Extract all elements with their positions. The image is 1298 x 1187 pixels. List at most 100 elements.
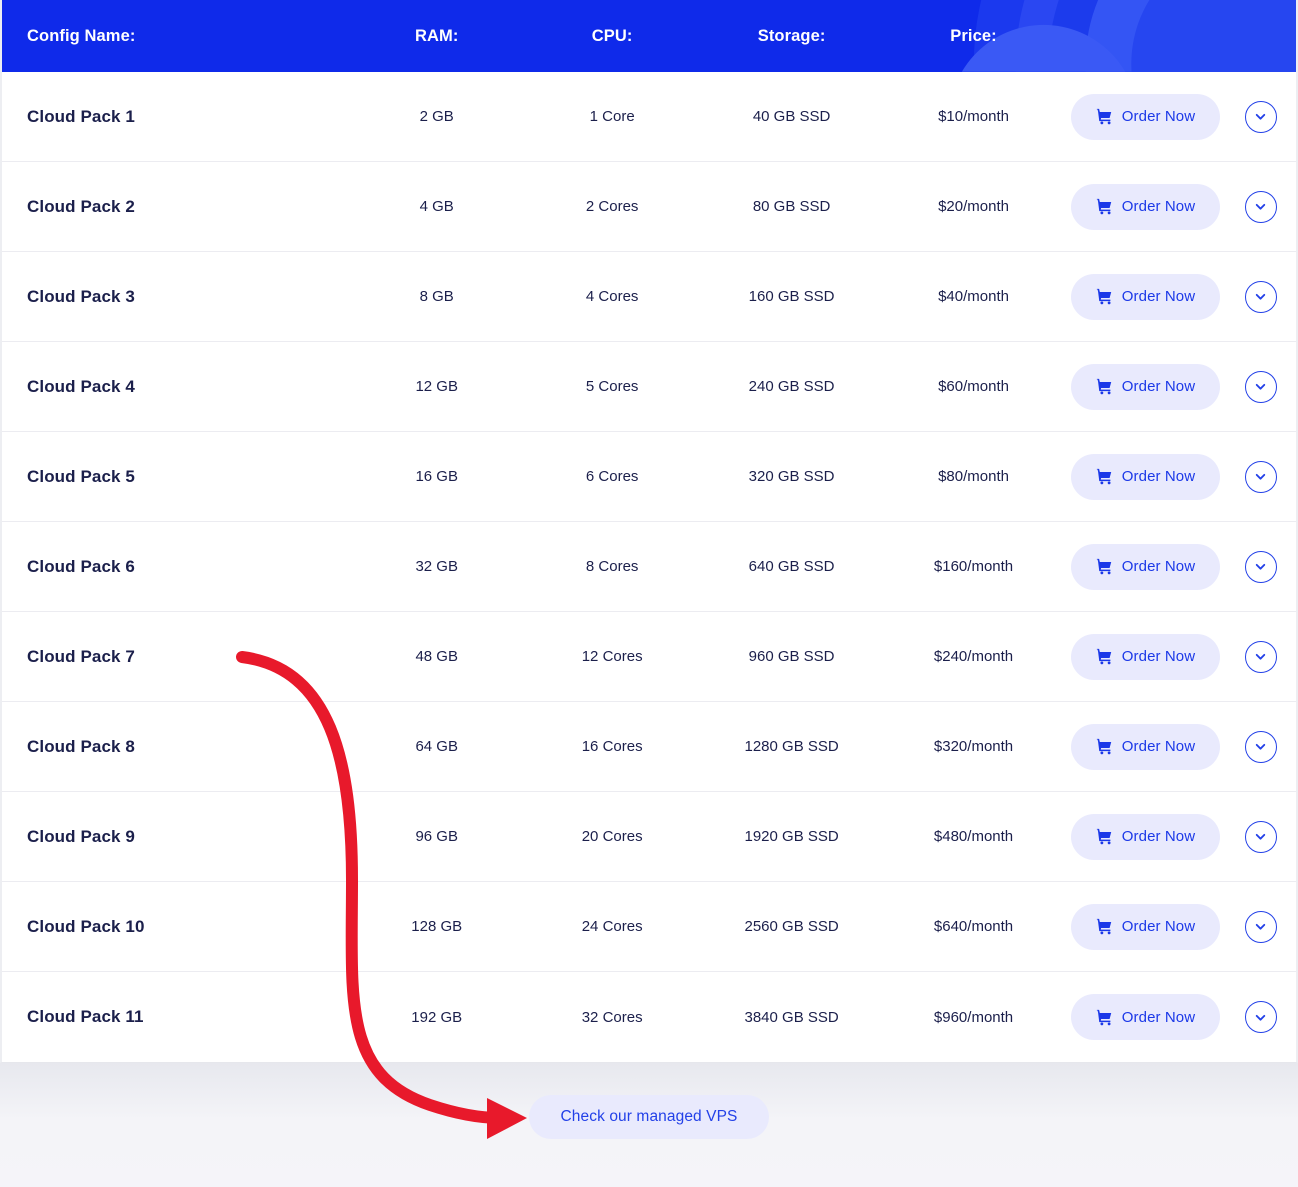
shopping-cart-icon (1096, 378, 1111, 395)
cell-price: $240/month (933, 648, 1014, 665)
cell-order: Order Now (1066, 183, 1226, 230)
cell-ram: 96 GB (415, 828, 458, 845)
cell-expand (1225, 460, 1296, 493)
cell-cpu: 1 Core (589, 108, 635, 125)
shopping-cart-icon (1096, 918, 1111, 935)
shopping-cart-icon (1096, 738, 1111, 755)
order-now-label: Order Now (1121, 828, 1196, 845)
table-row: Cloud Pack 7 48 GB 12 Cores 960 GB SSD $240/… (2, 612, 1296, 702)
shopping-cart-icon (1096, 108, 1111, 125)
cell-order: Order Now (1066, 633, 1226, 680)
order-now-button[interactable]: Order Now (1070, 723, 1220, 770)
cell-price: $640/month (933, 918, 1014, 935)
cell-storage: 80 GB SSD (752, 198, 831, 215)
order-now-button[interactable]: Order Now (1070, 543, 1220, 590)
column-header-ram: RAM: (414, 26, 459, 45)
expand-row-button[interactable] (1244, 100, 1277, 133)
order-now-label: Order Now (1121, 108, 1196, 125)
cell-storage: 160 GB SSD (748, 288, 835, 305)
cell-storage: 40 GB SSD (752, 108, 831, 125)
expand-row-button[interactable] (1244, 370, 1277, 403)
cell-storage: 2560 GB SSD (744, 918, 839, 935)
expand-row-button[interactable] (1244, 730, 1277, 763)
shopping-cart-icon (1096, 1009, 1111, 1025)
order-now-label: Order Now (1121, 198, 1196, 215)
order-now-label: Order Now (1121, 558, 1196, 575)
order-now-label: Order Now (1121, 468, 1196, 485)
order-now-label: Order Now (1121, 738, 1196, 755)
cell-price: $60/month (938, 378, 1009, 395)
cell-cpu: 6 Cores (585, 468, 639, 485)
order-now-label: Order Now (1121, 1008, 1196, 1026)
cell-order: Order Now (1066, 723, 1226, 770)
cell-order: Order Now (1066, 813, 1226, 860)
expand-row-button[interactable] (1244, 280, 1277, 313)
table-row: Cloud Pack 1 2 GB 1 Core 40 GB SSD $10/month… (2, 72, 1296, 162)
expand-row-button[interactable] (1244, 640, 1277, 673)
column-header-price: Price: (950, 26, 997, 45)
column-header-config-name: Config Name: (27, 26, 136, 45)
cell-order: Order Now (1066, 453, 1226, 500)
check-managed-vps-button[interactable]: Check our managed VPS (529, 1095, 769, 1139)
chevron-down-icon (1255, 113, 1266, 120)
order-now-button[interactable]: Order Now (1070, 633, 1220, 680)
cell-storage: 960 GB SSD (748, 648, 835, 665)
cell-expand (1225, 820, 1296, 853)
cell-price: $80/month (938, 468, 1009, 485)
cell-expand (1225, 550, 1296, 583)
cell-config-name: Cloud Pack 1 (27, 106, 135, 126)
cell-config-name: Cloud Pack 5 (27, 466, 135, 486)
order-now-button[interactable]: Order Now (1070, 93, 1220, 140)
table-row: Cloud Pack 10 128 GB 24 Cores 2560 GB SSD $6… (2, 882, 1296, 972)
chevron-down-icon (1255, 293, 1266, 300)
cell-cpu: 16 Cores (581, 738, 643, 755)
cell-config-name: Cloud Pack 10 (27, 916, 145, 936)
cell-price: $20/month (938, 198, 1009, 215)
order-now-button[interactable]: Order Now (1070, 813, 1220, 860)
cell-price: $960/month (933, 1008, 1014, 1026)
cell-ram: 16 GB (415, 468, 458, 485)
cell-ram: 2 GB (419, 108, 454, 125)
chevron-down-icon (1255, 473, 1266, 480)
cell-storage: 640 GB SSD (748, 558, 835, 575)
cell-cpu: 2 Cores (585, 198, 639, 215)
table-row: Cloud Pack 6 32 GB 8 Cores 640 GB SSD $160/m… (2, 522, 1296, 612)
expand-row-button[interactable] (1244, 550, 1277, 583)
cell-ram: 192 GB (411, 1008, 463, 1026)
chevron-down-icon (1255, 203, 1266, 210)
order-now-button[interactable]: Order Now (1070, 273, 1220, 320)
cell-cpu: 8 Cores (585, 558, 639, 575)
expand-row-button[interactable] (1244, 820, 1277, 853)
cell-price: $40/month (938, 288, 1009, 305)
shopping-cart-icon (1096, 468, 1111, 485)
cell-config-name: Cloud Pack 9 (27, 826, 135, 846)
table-row: Cloud Pack 9 96 GB 20 Cores 1920 GB SSD $480… (2, 792, 1296, 882)
cell-storage: 1280 GB SSD (744, 738, 839, 755)
order-now-button[interactable]: Order Now (1070, 453, 1220, 500)
order-now-button[interactable]: Order Now (1070, 363, 1220, 410)
table-body: Cloud Pack 1 2 GB 1 Core 40 GB SSD $10/month… (2, 72, 1296, 1062)
shopping-cart-icon (1096, 828, 1111, 845)
cell-cpu: 5 Cores (585, 378, 639, 395)
cell-config-name: Cloud Pack 3 (27, 286, 135, 306)
cell-price: $320/month (933, 738, 1014, 755)
cell-ram: 64 GB (415, 738, 458, 755)
expand-row-button[interactable] (1244, 460, 1277, 493)
cell-ram: 4 GB (419, 198, 454, 215)
expand-row-button[interactable] (1244, 190, 1277, 223)
order-now-button[interactable]: Order Now (1070, 903, 1220, 950)
chevron-down-icon (1255, 1014, 1266, 1021)
cell-expand (1225, 640, 1296, 673)
order-now-label: Order Now (1121, 378, 1196, 395)
order-now-button[interactable]: Order Now (1070, 183, 1220, 230)
cell-storage: 3840 GB SSD (744, 1008, 839, 1026)
cell-cpu: 20 Cores (581, 828, 643, 845)
expand-row-button[interactable] (1244, 910, 1277, 943)
shopping-cart-icon (1096, 648, 1111, 665)
shopping-cart-icon (1096, 558, 1111, 575)
order-now-button[interactable]: Order Now (1070, 994, 1220, 1040)
cell-config-name: Cloud Pack 11 (27, 1007, 144, 1026)
column-header-cpu: CPU: (591, 26, 633, 45)
expand-row-button[interactable] (1244, 1001, 1277, 1033)
cell-storage: 320 GB SSD (748, 468, 835, 485)
